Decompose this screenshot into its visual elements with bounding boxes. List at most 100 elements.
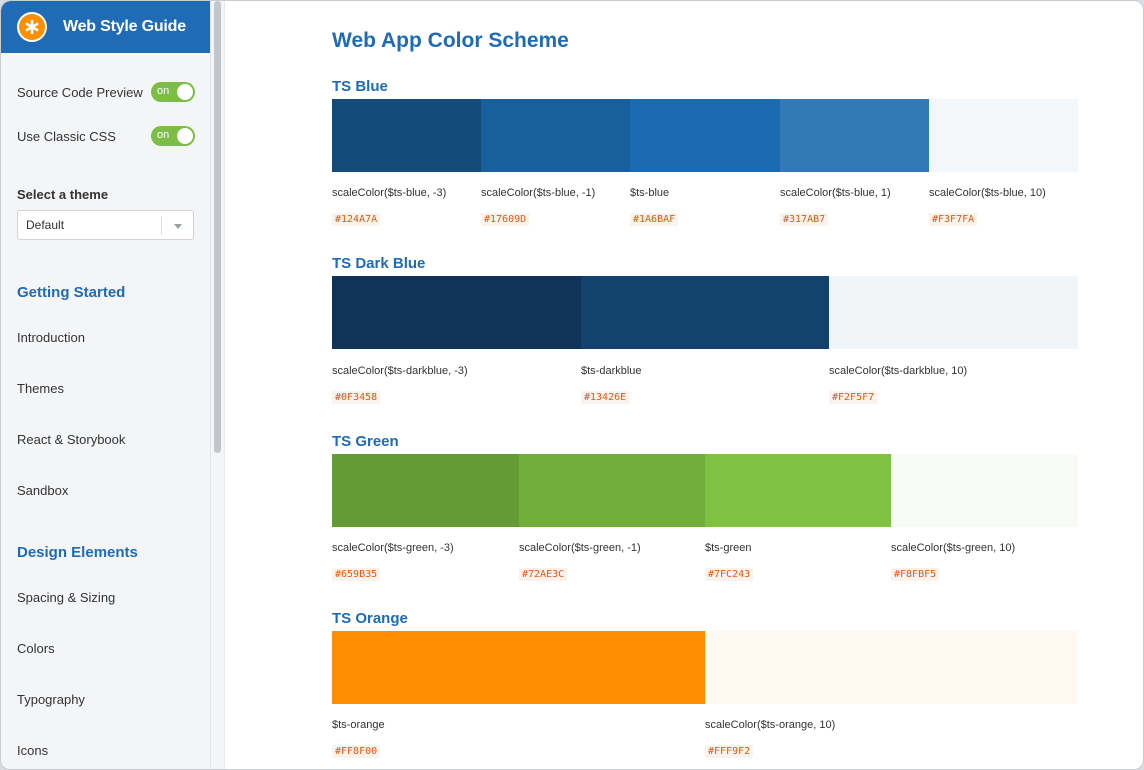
- color-variable-name: $ts-blue: [630, 187, 670, 199]
- color-variable-name: scaleColor($ts-orange, 10): [705, 719, 836, 731]
- color-swatch: [519, 454, 705, 527]
- color-hex-code: #F2F5F7: [829, 391, 878, 404]
- color-hex-code: #FF8F00: [332, 745, 381, 758]
- nav-item-sandbox[interactable]: Sandbox: [17, 483, 68, 498]
- swatch-label: scaleColor($ts-green, -3) #659B35: [332, 542, 519, 582]
- toggle-state: on: [157, 85, 170, 97]
- swatch-label: scaleColor($ts-darkblue, 10) #F2F5F7: [829, 365, 1078, 405]
- chevron-down-icon: [174, 224, 182, 229]
- color-variable-name: scaleColor($ts-darkblue, -3): [332, 365, 468, 377]
- label-row-ts-orange: $ts-orange #FF8F00 scaleColor($ts-orange…: [332, 719, 1078, 759]
- nav-item-spacing-sizing[interactable]: Spacing & Sizing: [17, 590, 115, 605]
- color-swatch: [630, 99, 780, 172]
- toggle-label: Use Classic CSS: [17, 128, 116, 144]
- color-variable-name: scaleColor($ts-green, -3): [332, 542, 454, 554]
- color-variable-name: $ts-orange: [332, 719, 385, 731]
- swatch-label: $ts-darkblue #13426E: [581, 365, 829, 405]
- group-title-ts-blue: TS Blue: [332, 78, 388, 95]
- color-hex-code: #0F3458: [332, 391, 381, 404]
- sidebar-scrollbar-thumb[interactable]: [214, 1, 221, 453]
- page-title: Web App Color Scheme: [332, 29, 569, 52]
- swatch-label: scaleColor($ts-green, 10) #F8FBF5: [891, 542, 1078, 582]
- color-hex-code: #F8FBF5: [891, 568, 940, 581]
- color-swatch: [581, 276, 829, 349]
- color-hex-code: #F3F7FA: [929, 213, 978, 226]
- color-swatch: [705, 454, 891, 527]
- color-swatch: [705, 631, 1078, 704]
- swatch-label: $ts-orange #FF8F00: [332, 719, 705, 759]
- use-classic-css-row: Use Classic CSS on: [17, 125, 195, 147]
- toggle-state: on: [157, 129, 170, 141]
- swatch-label: scaleColor($ts-darkblue, -3) #0F3458: [332, 365, 581, 405]
- swatch-row-ts-orange: [332, 631, 1078, 704]
- label-row-ts-dark-blue: scaleColor($ts-darkblue, -3) #0F3458 $ts…: [332, 365, 1078, 405]
- swatch-label: scaleColor($ts-green, -1) #72AE3C: [519, 542, 705, 582]
- nav-item-typography[interactable]: Typography: [17, 692, 85, 707]
- toggle-label: Source Code Preview: [17, 84, 143, 100]
- toggle-knob: [177, 84, 193, 100]
- swatch-label: scaleColor($ts-blue, -3) #124A7A: [332, 187, 481, 227]
- nav-item-themes[interactable]: Themes: [17, 381, 64, 396]
- color-variable-name: scaleColor($ts-green, -1): [519, 542, 641, 554]
- swatch-label: scaleColor($ts-orange, 10) #FFF9F2: [705, 719, 1078, 759]
- color-variable-name: $ts-green: [705, 542, 752, 554]
- label-row-ts-green: scaleColor($ts-green, -3) #659B35 scaleC…: [332, 542, 1078, 582]
- swatch-label: $ts-green #7FC243: [705, 542, 891, 582]
- swatch-label: scaleColor($ts-blue, -1) #17609D: [481, 187, 630, 227]
- color-hex-code: #72AE3C: [519, 568, 568, 581]
- color-swatch: [891, 454, 1078, 527]
- color-variable-name: scaleColor($ts-blue, 10): [929, 187, 1046, 199]
- theme-label: Select a theme: [17, 187, 109, 202]
- swatch-label: scaleColor($ts-blue, 1) #317AB7: [780, 187, 929, 227]
- color-variable-name: scaleColor($ts-blue, 1): [780, 187, 891, 199]
- color-swatch: [929, 99, 1078, 172]
- sidebar: Web Style Guide Source Code Preview on U…: [1, 1, 211, 769]
- group-title-ts-orange: TS Orange: [332, 610, 408, 627]
- theme-selected-value: Default: [26, 218, 65, 232]
- nav-item-icons[interactable]: Icons: [17, 743, 48, 758]
- group-title-ts-dark-blue: TS Dark Blue: [332, 255, 426, 272]
- toggle-knob: [177, 128, 193, 144]
- nav-heading-getting-started[interactable]: Getting Started: [17, 284, 125, 301]
- color-swatch: [829, 276, 1078, 349]
- color-swatch: [332, 276, 581, 349]
- swatch-row-ts-dark-blue: [332, 276, 1078, 349]
- use-classic-css-toggle[interactable]: on: [151, 126, 195, 146]
- color-swatch: [780, 99, 929, 172]
- color-hex-code: #1A6BAF: [630, 213, 679, 226]
- color-variable-name: scaleColor($ts-darkblue, 10): [829, 365, 968, 377]
- select-divider: [161, 216, 162, 235]
- nav-item-colors[interactable]: Colors: [17, 641, 55, 656]
- color-hex-code: #7FC243: [705, 568, 754, 581]
- swatch-label: scaleColor($ts-blue, 10) #F3F7FA: [929, 187, 1078, 227]
- color-variable-name: $ts-darkblue: [581, 365, 642, 377]
- color-variable-name: scaleColor($ts-blue, -1): [481, 187, 596, 199]
- color-hex-code: #FFF9F2: [705, 745, 754, 758]
- brand-title: Web Style Guide: [63, 18, 186, 35]
- label-row-ts-blue: scaleColor($ts-blue, -3) #124A7A scaleCo…: [332, 187, 1078, 227]
- nav-item-introduction[interactable]: Introduction: [17, 330, 85, 345]
- nav-item-react-storybook[interactable]: React & Storybook: [17, 432, 125, 447]
- color-variable-name: scaleColor($ts-green, 10): [891, 542, 1016, 554]
- color-hex-code: #13426E: [581, 391, 630, 404]
- color-swatch: [332, 631, 705, 704]
- swatch-row-ts-green: [332, 454, 1078, 527]
- swatch-row-ts-blue: [332, 99, 1078, 172]
- app-window: Web Style Guide Source Code Preview on U…: [0, 0, 1144, 770]
- color-swatch: [332, 99, 481, 172]
- color-hex-code: #659B35: [332, 568, 381, 581]
- group-title-ts-green: TS Green: [332, 433, 399, 450]
- color-swatch: [481, 99, 630, 172]
- color-swatch: [332, 454, 519, 527]
- source-code-preview-toggle[interactable]: on: [151, 82, 195, 102]
- color-hex-code: #17609D: [481, 213, 530, 226]
- asterisk-icon: [17, 12, 47, 42]
- brand-header[interactable]: Web Style Guide: [1, 1, 210, 53]
- nav-heading-design-elements[interactable]: Design Elements: [17, 544, 138, 561]
- color-hex-code: #317AB7: [780, 213, 829, 226]
- swatch-label: $ts-blue #1A6BAF: [630, 187, 780, 227]
- source-code-preview-row: Source Code Preview on: [17, 81, 195, 103]
- color-hex-code: #124A7A: [332, 213, 381, 226]
- theme-select[interactable]: Default: [17, 210, 194, 240]
- color-variable-name: scaleColor($ts-blue, -3): [332, 187, 447, 199]
